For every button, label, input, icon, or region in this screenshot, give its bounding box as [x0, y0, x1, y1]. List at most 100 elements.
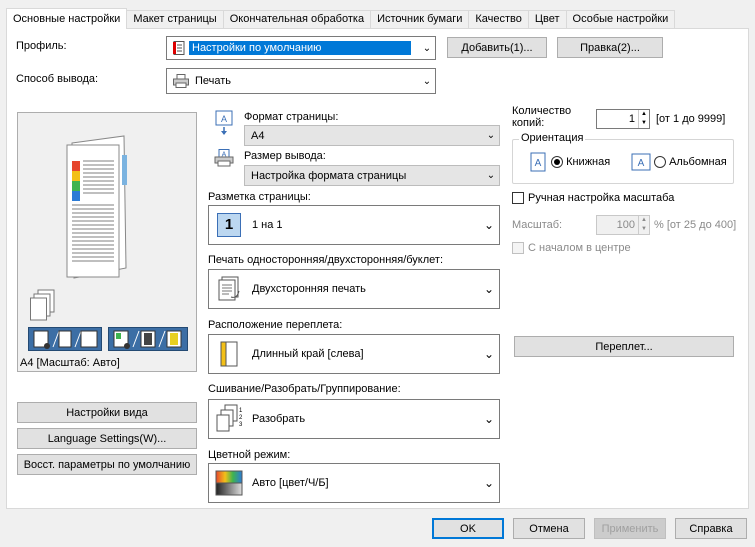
- tab-finishing[interactable]: Окончательная обработка: [222, 10, 372, 29]
- center-label: С началом в центре: [528, 242, 631, 254]
- edit-profile-button[interactable]: Правка(2)...: [557, 37, 663, 58]
- profile-select[interactable]: Настройки по умолчанию ⌄: [166, 36, 436, 60]
- output-size-icon: A: [214, 149, 234, 167]
- scale-value: 100: [616, 219, 635, 231]
- binding-location-select[interactable]: Длинный край [слева] ⌄: [208, 334, 500, 374]
- manual-scale-label: Ручная настройка масштаба: [528, 192, 675, 204]
- color-mode-icon: [214, 468, 244, 498]
- chevron-down-icon: ⌄: [422, 75, 432, 87]
- svg-text:A: A: [535, 158, 542, 169]
- center-checkbox[interactable]: С началом в центре: [512, 242, 631, 255]
- orientation-label: Ориентация: [519, 132, 586, 144]
- page-size-icon: A: [215, 110, 233, 135]
- profile-value: Настройки по умолчанию: [189, 41, 411, 55]
- document-preview-icon: [66, 135, 127, 279]
- language-settings-button[interactable]: Language Settings(W)...: [17, 428, 197, 449]
- gutter-button[interactable]: Переплет...: [514, 336, 734, 357]
- chevron-down-icon: ⌄: [486, 170, 496, 181]
- scale-range: % [от 25 до 400]: [654, 219, 737, 231]
- duplex-select[interactable]: Двухсторонняя печать ⌄: [208, 269, 500, 309]
- portrait-radio-indicator[interactable]: [551, 156, 563, 169]
- duplex-icon: [214, 274, 244, 304]
- landscape-radio[interactable]: Альбомная: [654, 156, 727, 169]
- collate-label: Сшивание/Разобрать/Группирование:: [208, 383, 401, 395]
- output-size-value: Настройка формата страницы: [251, 169, 407, 182]
- tab-basic-settings[interactable]: Основные настройки: [6, 8, 128, 29]
- scale-label: Масштаб:: [512, 219, 563, 231]
- page-size-label: Формат страницы:: [244, 111, 339, 123]
- profile-icon: [173, 41, 185, 55]
- print-preview: A4 [Масштаб: Авто]: [17, 112, 197, 372]
- binding-edge-icon: [214, 339, 244, 369]
- portrait-icon: A: [530, 152, 546, 172]
- profile-label: Профиль:: [16, 40, 67, 52]
- collate-select[interactable]: 1 2 3 Разобрать ⌄: [208, 399, 500, 439]
- help-button[interactable]: Справка: [675, 518, 747, 539]
- duplex-book-icon: [33, 330, 98, 349]
- chevron-down-icon: ⌄: [483, 412, 495, 426]
- tab-special-settings[interactable]: Особые настройки: [565, 10, 676, 29]
- svg-text:3: 3: [239, 422, 243, 428]
- collate-icon: 1 2 3: [214, 404, 244, 434]
- color-mode-select[interactable]: Авто [цвет/Ч/Б] ⌄: [208, 463, 500, 503]
- page-layout-value: 1 на 1: [252, 219, 283, 231]
- tab-bar: Основные настройки Макет страницы Оконча…: [6, 8, 676, 29]
- landscape-label: Альбомная: [669, 156, 727, 168]
- chevron-down-icon: ⌄: [422, 42, 432, 54]
- duplex-preview-button[interactable]: [28, 327, 102, 351]
- manual-scale-checkbox[interactable]: Ручная настройка масштаба: [512, 192, 675, 205]
- restore-defaults-button[interactable]: Восст. параметры по умолчанию: [17, 454, 197, 475]
- output-size-select[interactable]: Настройка формата страницы ⌄: [244, 165, 500, 186]
- output-method-select[interactable]: Печать ⌄: [166, 68, 436, 94]
- n-up-icon: 1: [214, 210, 244, 240]
- ok-button[interactable]: OK: [432, 518, 504, 539]
- landscape-radio-indicator[interactable]: [654, 156, 666, 169]
- svg-text:A: A: [638, 158, 645, 169]
- output-method-value: Печать: [195, 75, 232, 87]
- printer-icon: [173, 74, 189, 88]
- chevron-down-icon: ⌄: [483, 476, 495, 490]
- collate-value: Разобрать: [252, 413, 306, 425]
- portrait-radio[interactable]: Книжная: [551, 156, 611, 169]
- color-mode-label: Цветной режим:: [208, 449, 291, 461]
- page-layout-select[interactable]: 1 1 на 1 ⌄: [208, 205, 500, 245]
- page-layout-label: Разметка страницы:: [208, 191, 311, 203]
- add-profile-button[interactable]: Добавить(1)...: [447, 37, 547, 58]
- page-size-value: A4: [251, 129, 265, 142]
- tab-page-layout[interactable]: Макет страницы: [126, 10, 224, 29]
- svg-text:1: 1: [239, 408, 243, 414]
- copies-stack-icon: [30, 289, 55, 321]
- copies-spinner[interactable]: 1 ▲ ▼: [596, 109, 650, 129]
- color-mode-preview-icon: [113, 330, 182, 349]
- chevron-down-icon: ⌄: [483, 347, 495, 361]
- color-preview-button[interactable]: [108, 327, 188, 351]
- color-mode-value: Авто [цвет/Ч/Б]: [252, 477, 329, 489]
- copies-range: [от 1 до 9999]: [656, 113, 726, 125]
- cancel-button[interactable]: Отмена: [513, 518, 585, 539]
- binding-location-value: Длинный край [слева]: [252, 348, 364, 360]
- apply-button[interactable]: Применить: [594, 518, 666, 539]
- view-settings-button[interactable]: Настройки вида: [17, 402, 197, 423]
- output-method-label: Способ вывода:: [16, 73, 99, 85]
- manual-scale-check-box[interactable]: [512, 192, 524, 205]
- spinner-arrows-icon[interactable]: ▲ ▼: [638, 216, 649, 234]
- binding-location-label: Расположение переплета:: [208, 319, 343, 331]
- center-check-box[interactable]: [512, 242, 524, 255]
- copies-value: 1: [628, 113, 635, 125]
- spinner-arrows-icon[interactable]: ▲ ▼: [638, 110, 649, 128]
- output-size-label: Размер вывода:: [244, 150, 326, 162]
- scale-spinner[interactable]: 100 ▲ ▼: [596, 215, 650, 235]
- duplex-value: Двухсторонняя печать: [252, 283, 366, 295]
- landscape-icon: A: [631, 153, 651, 171]
- preview-caption: A4 [Масштаб: Авто]: [20, 357, 120, 369]
- copies-label: Количество копий:: [512, 105, 572, 129]
- portrait-label: Книжная: [566, 156, 611, 168]
- tab-paper-source[interactable]: Источник бумаги: [370, 10, 470, 29]
- chevron-down-icon: ⌄: [483, 282, 495, 296]
- duplex-label: Печать односторонняя/двухсторонняя/букле…: [208, 254, 444, 266]
- svg-text:2: 2: [239, 415, 243, 421]
- tab-quality[interactable]: Качество: [468, 10, 529, 29]
- tab-color[interactable]: Цвет: [527, 10, 567, 29]
- chevron-down-icon: ⌄: [483, 218, 495, 232]
- page-size-select[interactable]: A4 ⌄: [244, 125, 500, 146]
